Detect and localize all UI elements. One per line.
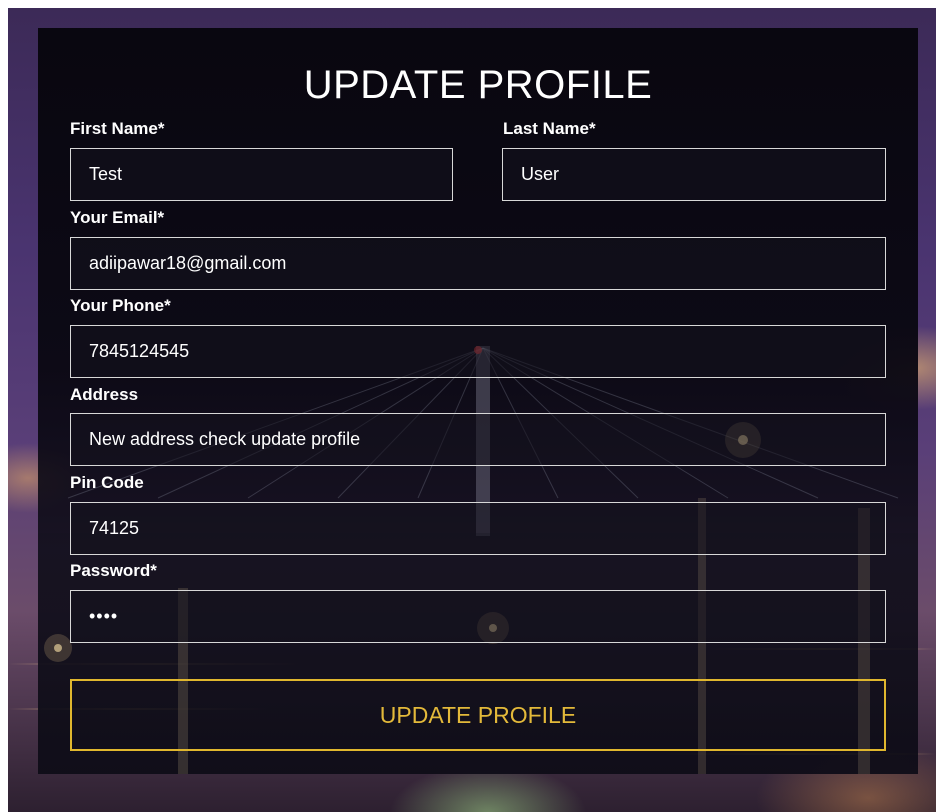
pin-code-field[interactable] — [70, 502, 886, 555]
address-field[interactable] — [70, 413, 886, 466]
last-name-label: Last Name* — [503, 119, 596, 138]
address-label: Address — [70, 385, 139, 404]
page-title: UPDATE PROFILE — [303, 63, 653, 107]
email-field[interactable] — [70, 237, 886, 290]
update-profile-panel: UPDATE PROFILE First Name* Last Name* Yo… — [38, 28, 918, 774]
phone-label: Your Phone* — [70, 296, 171, 315]
bridge-background-image — [38, 346, 918, 774]
update-profile-button[interactable]: UPDATE PROFILE — [70, 679, 886, 751]
first-name-field[interactable] — [70, 148, 453, 201]
last-name-field[interactable] — [502, 148, 886, 201]
first-name-label: First Name* — [70, 119, 165, 138]
pin-code-label: Pin Code — [70, 473, 144, 492]
email-label: Your Email* — [70, 208, 165, 227]
password-field[interactable] — [70, 590, 886, 643]
phone-field[interactable] — [70, 325, 886, 378]
password-label: Password* — [70, 561, 157, 580]
